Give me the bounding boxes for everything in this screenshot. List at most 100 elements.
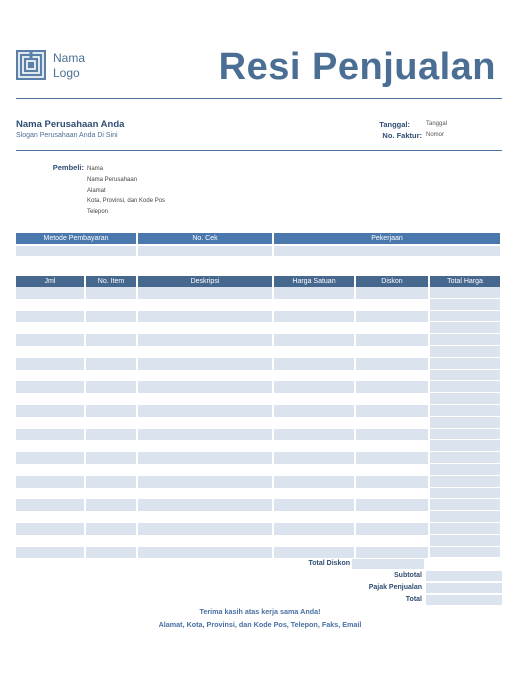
line-total-cell[interactable] — [430, 534, 500, 547]
unit-price-cell[interactable] — [274, 393, 354, 405]
discount-cell[interactable] — [356, 546, 428, 559]
buyer-phone[interactable]: Telepon — [87, 207, 165, 218]
item-number-cell[interactable] — [86, 488, 136, 500]
discount-cell[interactable] — [356, 310, 428, 323]
unit-price-cell[interactable] — [274, 370, 354, 382]
discount-cell[interactable] — [356, 464, 428, 476]
discount-cell[interactable] — [356, 452, 428, 464]
discount-cell[interactable] — [356, 428, 428, 441]
discount-cell[interactable] — [356, 440, 428, 452]
item-number-cell[interactable] — [86, 522, 136, 535]
item-number-cell[interactable] — [86, 370, 136, 382]
qty-cell[interactable] — [16, 334, 84, 346]
item-number-cell[interactable] — [86, 499, 136, 512]
description-cell[interactable] — [138, 287, 272, 299]
description-cell[interactable] — [138, 334, 272, 346]
unit-price-cell[interactable] — [274, 417, 354, 429]
unit-price-cell[interactable] — [274, 535, 354, 547]
unit-price-cell[interactable] — [274, 499, 354, 512]
item-number-cell[interactable] — [86, 357, 136, 370]
subtotal-value[interactable] — [426, 571, 502, 581]
item-number-cell[interactable] — [86, 404, 136, 417]
item-number-cell[interactable] — [86, 417, 136, 429]
qty-cell[interactable] — [16, 488, 84, 500]
discount-cell[interactable] — [356, 393, 428, 405]
buyer-company[interactable]: Nama Perusahaan — [87, 175, 165, 186]
qty-cell[interactable] — [16, 417, 84, 429]
description-cell[interactable] — [138, 440, 272, 452]
description-cell[interactable] — [138, 511, 272, 523]
line-total-cell[interactable] — [430, 404, 500, 417]
sales-tax-value[interactable] — [426, 583, 502, 593]
unit-price-cell[interactable] — [274, 464, 354, 476]
check-number-cell[interactable] — [138, 244, 272, 256]
qty-cell[interactable] — [16, 452, 84, 464]
description-cell[interactable] — [138, 522, 272, 535]
qty-cell[interactable] — [16, 499, 84, 512]
line-total-cell[interactable] — [430, 287, 500, 299]
discount-cell[interactable] — [356, 381, 428, 394]
job-cell[interactable] — [274, 244, 500, 256]
line-total-cell[interactable] — [430, 440, 500, 453]
line-total-cell[interactable] — [430, 463, 500, 476]
discount-cell[interactable] — [356, 322, 428, 334]
qty-cell[interactable] — [16, 310, 84, 323]
line-total-cell[interactable] — [430, 310, 500, 323]
payment-method-cell[interactable] — [16, 244, 136, 256]
line-total-cell[interactable] — [430, 357, 500, 370]
item-number-cell[interactable] — [86, 452, 136, 464]
item-number-cell[interactable] — [86, 287, 136, 299]
discount-cell[interactable] — [356, 334, 428, 346]
invoice-value[interactable]: Nomor — [426, 132, 444, 138]
description-cell[interactable] — [138, 370, 272, 382]
line-total-cell[interactable] — [430, 487, 500, 500]
description-cell[interactable] — [138, 299, 272, 311]
item-number-cell[interactable] — [86, 393, 136, 405]
discount-cell[interactable] — [356, 370, 428, 382]
qty-cell[interactable] — [16, 381, 84, 394]
description-cell[interactable] — [138, 535, 272, 547]
description-cell[interactable] — [138, 428, 272, 441]
item-number-cell[interactable] — [86, 546, 136, 559]
discount-cell[interactable] — [356, 522, 428, 535]
discount-cell[interactable] — [356, 535, 428, 547]
line-total-cell[interactable] — [430, 369, 500, 382]
total-discount-value[interactable] — [352, 559, 424, 569]
line-total-cell[interactable] — [430, 428, 500, 441]
discount-cell[interactable] — [356, 357, 428, 370]
unit-price-cell[interactable] — [274, 334, 354, 346]
discount-cell[interactable] — [356, 488, 428, 500]
description-cell[interactable] — [138, 381, 272, 394]
item-number-cell[interactable] — [86, 464, 136, 476]
item-number-cell[interactable] — [86, 475, 136, 488]
unit-price-cell[interactable] — [274, 357, 354, 370]
unit-price-cell[interactable] — [274, 428, 354, 441]
line-total-cell[interactable] — [430, 381, 500, 394]
line-total-cell[interactable] — [430, 546, 500, 559]
discount-cell[interactable] — [356, 346, 428, 358]
date-value[interactable]: Tanggal — [426, 121, 447, 127]
qty-cell[interactable] — [16, 511, 84, 523]
unit-price-cell[interactable] — [274, 287, 354, 299]
description-cell[interactable] — [138, 546, 272, 559]
line-total-cell[interactable] — [430, 499, 500, 512]
qty-cell[interactable] — [16, 464, 84, 476]
unit-price-cell[interactable] — [274, 322, 354, 334]
unit-price-cell[interactable] — [274, 546, 354, 559]
buyer-address[interactable]: Alamat — [87, 186, 165, 197]
description-cell[interactable] — [138, 499, 272, 512]
qty-cell[interactable] — [16, 370, 84, 382]
item-number-cell[interactable] — [86, 428, 136, 441]
discount-cell[interactable] — [356, 287, 428, 299]
discount-cell[interactable] — [356, 404, 428, 417]
unit-price-cell[interactable] — [274, 310, 354, 323]
item-number-cell[interactable] — [86, 346, 136, 358]
discount-cell[interactable] — [356, 499, 428, 512]
qty-cell[interactable] — [16, 404, 84, 417]
description-cell[interactable] — [138, 452, 272, 464]
item-number-cell[interactable] — [86, 299, 136, 311]
qty-cell[interactable] — [16, 522, 84, 535]
line-total-cell[interactable] — [430, 522, 500, 535]
line-total-cell[interactable] — [430, 511, 500, 523]
unit-price-cell[interactable] — [274, 522, 354, 535]
